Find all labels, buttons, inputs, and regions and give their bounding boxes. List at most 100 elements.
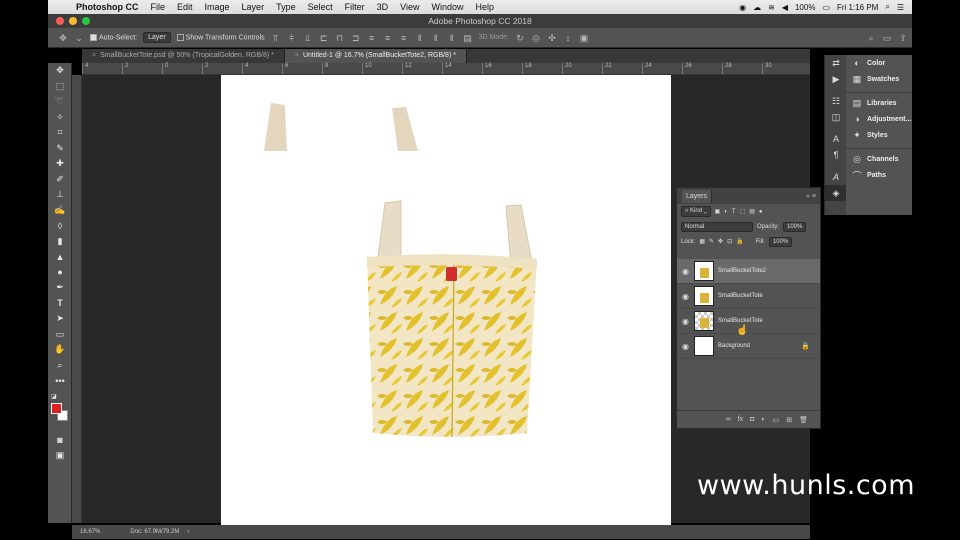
paragraph-icon[interactable]: ¶ xyxy=(825,147,847,163)
notification-icon[interactable]: ☰ xyxy=(897,3,904,12)
screen-mode-icon[interactable]: ▣ xyxy=(48,448,72,464)
eyedropper-tool-icon[interactable]: ✎ xyxy=(48,141,72,157)
move-tool-icon[interactable]: ✥ xyxy=(58,33,68,43)
eye-icon[interactable]: ◉ xyxy=(677,317,694,326)
hand-tool-icon[interactable]: ✋ xyxy=(48,342,72,358)
workspace-icon[interactable]: ▭ xyxy=(882,33,892,43)
history-brush-tool-icon[interactable]: ✍ xyxy=(48,203,72,219)
record-icon[interactable]: ◉ xyxy=(739,3,746,12)
trash-icon[interactable]: 🗑 xyxy=(799,416,808,424)
fill-input[interactable]: 100% xyxy=(768,236,793,247)
layer-row[interactable]: ◉ SmallBucketTote2 xyxy=(677,259,820,284)
filter-adjustment-icon[interactable]: ◐ xyxy=(724,209,728,215)
adjustments-panel-icon[interactable]: ◫ xyxy=(825,109,847,125)
distribute-left-icon[interactable]: ‖ xyxy=(415,33,425,43)
default-colors-icon[interactable]: ◪ xyxy=(48,389,72,405)
lock-icon[interactable]: 🔒 xyxy=(801,342,810,350)
menu-view[interactable]: View xyxy=(394,2,425,12)
blend-mode-dropdown[interactable]: Normal xyxy=(681,221,753,232)
layer-thumbnail[interactable] xyxy=(694,336,714,356)
pen-tool-icon[interactable]: ✒ xyxy=(48,280,72,296)
minimize-window-button[interactable] xyxy=(69,17,77,25)
menu-app-name[interactable]: Photoshop CC xyxy=(70,2,145,12)
menu-layer[interactable]: Layer xyxy=(236,2,271,12)
3d-rotate-icon[interactable]: ↻ xyxy=(515,33,525,43)
actions-play-icon[interactable]: ▶ xyxy=(825,71,847,87)
distribute-top-icon[interactable]: ≡ xyxy=(367,33,377,43)
rectangle-tool-icon[interactable]: ▭ xyxy=(48,327,72,343)
wifi-icon[interactable]: ≋ xyxy=(768,3,775,12)
auto-select-dropdown[interactable]: Layer xyxy=(143,32,171,43)
menu-select[interactable]: Select xyxy=(302,2,339,12)
doc-size[interactable]: Doc: 67.9M/79.2M xyxy=(130,529,179,535)
eye-icon[interactable]: ◉ xyxy=(677,292,694,301)
add-mask-icon[interactable]: ◘ xyxy=(750,416,754,423)
menu-file[interactable]: File xyxy=(145,2,172,12)
align-right-icon[interactable]: ⊐ xyxy=(351,33,361,43)
search-icon[interactable]: ⌕ xyxy=(866,33,876,43)
layer-thumbnail[interactable] xyxy=(694,311,714,331)
layer-row[interactable]: ◉ SmallBucketTote xyxy=(677,284,820,309)
zoom-window-button[interactable] xyxy=(82,17,90,25)
distribute-bottom-icon[interactable]: ≡ xyxy=(399,33,409,43)
close-window-button[interactable] xyxy=(56,17,64,25)
brush-tool-icon[interactable]: ✐ xyxy=(48,172,72,188)
3d-drag-icon[interactable]: ✣ xyxy=(547,33,557,43)
share-icon[interactable]: ⇪ xyxy=(898,33,908,43)
character-icon[interactable]: A xyxy=(825,131,847,147)
lasso-tool-icon[interactable]: ➰ xyxy=(48,94,72,110)
more-tools-icon[interactable]: ••• xyxy=(48,373,72,389)
path-selection-tool-icon[interactable]: ➤ xyxy=(48,311,72,327)
eraser-tool-icon[interactable]: ◊ xyxy=(48,218,72,234)
dodge-tool-icon[interactable]: ● xyxy=(48,265,72,281)
menu-image[interactable]: Image xyxy=(199,2,236,12)
align-top-icon[interactable]: ⫪ xyxy=(271,33,281,43)
menu-filter[interactable]: Filter xyxy=(339,2,371,12)
auto-select-checkbox[interactable]: Auto-Select: xyxy=(90,33,137,41)
volume-icon[interactable]: ◀ xyxy=(782,3,788,12)
healing-brush-tool-icon[interactable]: ✚ xyxy=(48,156,72,172)
align-bottom-icon[interactable]: ⫫ xyxy=(303,33,313,43)
lock-artboard-icon[interactable]: ⊡ xyxy=(727,238,732,245)
3d-roll-icon[interactable]: ◎ xyxy=(531,33,541,43)
filter-pixel-icon[interactable]: ▣ xyxy=(715,208,721,215)
close-tab-icon[interactable]: × xyxy=(295,52,299,59)
auto-align-icon[interactable]: ▤ xyxy=(463,33,473,43)
tool-preset-icon[interactable]: ⌄ xyxy=(74,33,84,43)
panel-collapse-icon[interactable]: » ≡ xyxy=(806,193,820,200)
tab-untitled-1[interactable]: × Untitled-1 @ 16.7% (SmallBucketTote2, R… xyxy=(284,49,467,63)
zoom-level[interactable]: 16.67% xyxy=(80,529,100,535)
menu-window[interactable]: Window xyxy=(425,2,469,12)
panel-swatches[interactable]: ▦ Swatches xyxy=(846,71,912,87)
menu-3d[interactable]: 3D xyxy=(371,2,395,12)
eye-icon[interactable]: ◉ xyxy=(677,342,694,351)
layer-name[interactable]: SmallBucketTote2 xyxy=(718,268,766,274)
battery-percent[interactable]: 100% xyxy=(795,3,815,12)
type-tool-icon[interactable]: T xyxy=(48,296,72,312)
close-tab-icon[interactable]: × xyxy=(92,52,96,59)
layer-row[interactable]: ◉ SmallBucketTote xyxy=(677,309,820,334)
crop-tool-icon[interactable]: ⌗ xyxy=(48,125,72,141)
foreground-color-swatch[interactable] xyxy=(51,403,62,414)
eye-icon[interactable]: ◉ xyxy=(677,267,694,276)
panel-libraries[interactable]: ▤ Libraries xyxy=(846,95,912,111)
zoom-tool-icon[interactable]: ⌕ xyxy=(48,358,72,374)
gradient-tool-icon[interactable]: ▮ xyxy=(48,234,72,250)
layer-name[interactable]: SmallBucketTote xyxy=(718,318,763,324)
panel-adjustments[interactable]: ◑ Adjustment... xyxy=(846,111,912,127)
lock-all-icon[interactable]: 🔒 xyxy=(736,238,743,245)
filter-type-icon[interactable]: T xyxy=(732,209,736,215)
menu-help[interactable]: Help xyxy=(469,2,500,12)
3d-slide-icon[interactable]: ↕ xyxy=(563,33,573,43)
magic-wand-tool-icon[interactable]: ✧ xyxy=(48,110,72,126)
panel-color[interactable]: ◐ Color xyxy=(846,55,912,71)
new-adjustment-icon[interactable]: ◐ xyxy=(761,416,765,423)
lock-transparent-icon[interactable]: ▦ xyxy=(699,238,705,245)
filter-smart-icon[interactable]: ▤ xyxy=(749,208,755,215)
menu-type[interactable]: Type xyxy=(270,2,302,12)
opacity-input[interactable]: 100% xyxy=(783,221,807,232)
glyphs-icon[interactable]: A xyxy=(825,169,847,185)
distribute-vcenter-icon[interactable]: ≡ xyxy=(383,33,393,43)
layer-thumbnail[interactable] xyxy=(694,286,714,306)
new-group-icon[interactable]: ▭ xyxy=(773,416,780,424)
